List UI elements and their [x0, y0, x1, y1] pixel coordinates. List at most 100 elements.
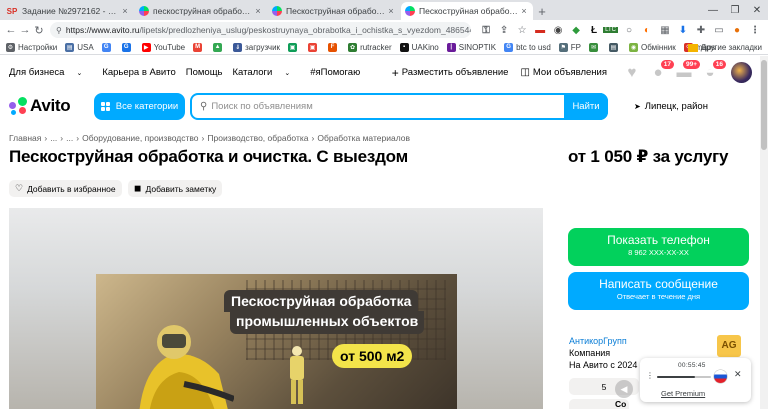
write-message-button[interactable]: Написать сообщение Отвечает в течение дн…: [568, 272, 749, 310]
post-ad-link[interactable]: + Разместить объявление: [392, 66, 509, 80]
page-scrollbar[interactable]: [760, 56, 768, 409]
close-window-button[interactable]: ✕: [746, 0, 768, 20]
url-host: https://www.avito.ru: [65, 25, 140, 35]
circle-ext-icon[interactable]: ○: [623, 24, 635, 36]
bookmark-item[interactable]: G: [101, 42, 114, 52]
bookmark-item[interactable]: ◉ Обмінник: [629, 42, 676, 52]
bookmark-item[interactable]: G: [121, 42, 134, 52]
bookmark-item[interactable]: ▶ YouTube: [141, 42, 185, 52]
player-progress-bar[interactable]: [657, 376, 711, 378]
add-note-button[interactable]: ◼ Добавить заметку: [128, 180, 223, 197]
scrollbar-thumb[interactable]: [761, 60, 767, 150]
chevron-down-icon: ⌄: [284, 70, 291, 77]
tab-close-icon[interactable]: ×: [253, 6, 263, 16]
user-actions: + Разместить объявление ◫ Мои объявления ♥…: [392, 59, 752, 83]
browser-tab[interactable]: Пескоструйная обработка с выез ×: [268, 2, 400, 20]
url-field[interactable]: ⚲ https://www.avito.ru/lipetsk/predlozhe…: [49, 22, 472, 38]
breadcrumb-link[interactable]: Оборудование, производство: [82, 133, 198, 143]
share-icon[interactable]: ⇪: [498, 24, 510, 36]
forward-arrow-icon[interactable]: →: [18, 24, 32, 36]
all-categories-button[interactable]: Все категории: [94, 93, 185, 120]
bookmark-item[interactable]: ▲: [213, 42, 225, 52]
avito-logo[interactable]: Avito: [9, 96, 71, 116]
nav-i-help[interactable]: #яПомогаю: [310, 67, 360, 78]
favorites-heart-icon[interactable]: ♥: [623, 64, 641, 82]
bookmark-item[interactable]: ✿ rutracker: [348, 42, 392, 52]
flag-ru-icon[interactable]: ▬: [534, 24, 546, 36]
ext-green-icon[interactable]: ◆: [570, 24, 582, 36]
kebab-icon[interactable]: ⋮: [749, 24, 761, 36]
breadcrumb-link[interactable]: ...: [50, 133, 57, 143]
messages-chat-icon[interactable]: ▬ 99+: [675, 59, 700, 82]
bookmark-item[interactable]: ▤: [609, 42, 621, 52]
add-to-favorites-button[interactable]: ♡ Добавить в избранное: [9, 180, 122, 197]
bookmark-icon: ✿: [348, 42, 358, 52]
top-navigation: Для бизнеса ⌄ Карьера в Авито Помощь Ката…: [9, 67, 370, 78]
tab-close-icon[interactable]: ×: [386, 6, 396, 16]
maximize-button[interactable]: ❐: [724, 0, 746, 20]
reload-icon[interactable]: ↻: [32, 24, 46, 37]
nav-help[interactable]: Помощь: [186, 67, 223, 78]
bookmark-item[interactable]: ⚑ FP: [558, 42, 581, 52]
get-premium-link[interactable]: Get Premium: [661, 389, 705, 398]
breadcrumb-link[interactable]: Производство, обработка: [207, 133, 308, 143]
new-tab-button[interactable]: +: [534, 2, 550, 20]
key-icon[interactable]: ⚿: [480, 24, 492, 36]
bookmark-item[interactable]: ▣: [288, 42, 300, 52]
browser-tab-active[interactable]: Пескоструйная обработка и очис ×: [401, 2, 533, 20]
player-menu-icon[interactable]: ⋮: [646, 371, 654, 380]
search-bar: ⚲ Найти: [190, 93, 608, 120]
search-input[interactable]: [207, 95, 564, 118]
bookmark-item[interactable]: ▪ UAKino: [399, 42, 439, 52]
bookmark-item[interactable]: Gbtc to usd: [504, 42, 551, 52]
nav-careers[interactable]: Карьера в Авито: [102, 67, 175, 78]
bookmark-item[interactable]: F: [328, 42, 340, 52]
nav-for-business[interactable]: Для бизнеса ⌄: [9, 67, 92, 78]
minimize-button[interactable]: —: [702, 0, 724, 20]
bookmark-item[interactable]: M: [193, 42, 205, 52]
russia-flag-icon[interactable]: [714, 370, 727, 383]
cart-icon[interactable]: ◒ 16: [701, 59, 726, 82]
seller-logo[interactable]: AG: [717, 335, 741, 357]
other-bookmarks[interactable]: Другие закладки: [687, 40, 762, 54]
star-icon[interactable]: ☆: [516, 24, 528, 36]
avatar[interactable]: [731, 62, 752, 83]
tab-close-icon[interactable]: ×: [120, 6, 130, 16]
bookmark-icon: ▣: [308, 42, 318, 52]
show-phone-button[interactable]: Показать телефон 8 962 XXX-XX-XX: [568, 228, 749, 266]
bookmark-item[interactable]: ⇓ загрузчик: [233, 42, 280, 52]
listing-photo[interactable]: Пескоструйная обработка промышленных объ…: [9, 208, 543, 409]
my-ads-link[interactable]: ◫ Мои объявления: [520, 67, 607, 78]
breadcrumb-link[interactable]: ...: [66, 133, 73, 143]
player-close-icon[interactable]: ✕: [734, 369, 742, 380]
search-button[interactable]: Найти: [564, 93, 608, 120]
breadcrumb-link[interactable]: Главная: [9, 133, 41, 143]
bookmark-item[interactable]: ⚙ Настройки: [6, 42, 57, 52]
bookmark-item[interactable]: ✉: [589, 42, 601, 52]
site-info-icon[interactable]: ⚲: [56, 26, 62, 35]
grid-ext-icon[interactable]: ▦: [659, 24, 671, 36]
browser-tab[interactable]: SP Задание №2972162 - просмотр з ×: [2, 2, 134, 20]
back-arrow-icon[interactable]: ←: [4, 24, 18, 36]
notifications-bell-icon[interactable]: ● 17: [649, 59, 674, 82]
seller-action-chip[interactable]: Со: [569, 399, 629, 409]
bookmark-item[interactable]: ▤ USA: [65, 42, 94, 52]
sidepanel-icon[interactable]: ▭: [713, 24, 725, 36]
tab-close-icon[interactable]: ×: [519, 6, 529, 16]
profile-icon[interactable]: ●: [731, 24, 743, 36]
browser-tab[interactable]: пескоструйная обработка в Липе ×: [135, 2, 267, 20]
puzzle-icon[interactable]: ✚: [695, 24, 707, 36]
search-icon: ⚲: [200, 101, 208, 112]
bookmark-item[interactable]: | SINOPTIK: [446, 42, 496, 52]
spy-icon[interactable]: ◉: [552, 24, 564, 36]
speaker-icon[interactable]: ◀: [615, 380, 633, 398]
ltc-icon[interactable]: Ł: [588, 24, 600, 36]
seller-name-link[interactable]: АнтикорГрупп: [569, 335, 658, 347]
bookmark-item[interactable]: ▣: [308, 42, 320, 52]
pin-ext-icon[interactable]: ◐: [641, 24, 653, 36]
download-icon[interactable]: ⬇: [677, 24, 689, 36]
breadcrumb-link[interactable]: Обработка материалов: [317, 133, 410, 143]
location-selector[interactable]: ➤ Липецк, район: [634, 101, 708, 112]
bookmark-label: btc to usd: [516, 42, 551, 52]
nav-catalogs[interactable]: Каталоги ⌄: [232, 67, 300, 78]
